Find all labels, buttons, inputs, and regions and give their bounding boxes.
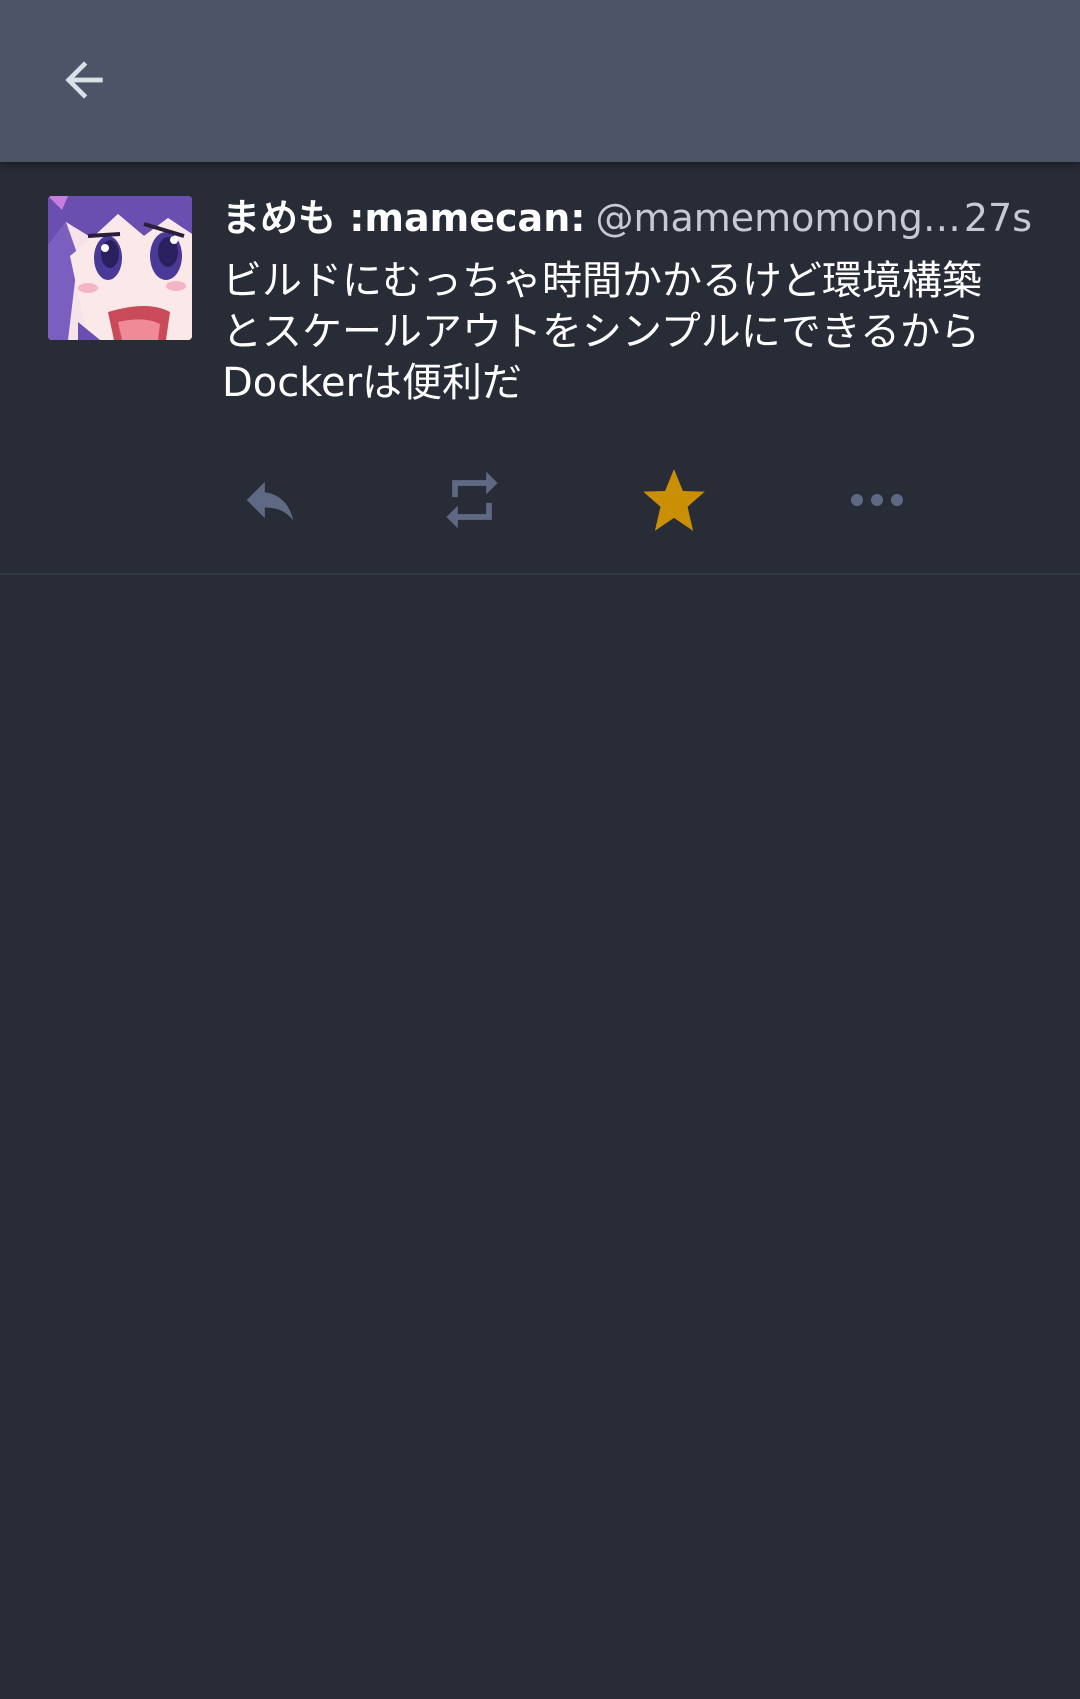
avatar[interactable] [48, 196, 192, 340]
back-button[interactable] [40, 36, 128, 124]
boost-button[interactable] [427, 460, 517, 540]
arrow-left-icon [65, 61, 103, 99]
star-icon [643, 469, 705, 531]
app-screen: まめも :mamecan:@mamemomonga@mastodon.socia… [0, 0, 1080, 1699]
reply-button[interactable] [225, 460, 315, 540]
display-name[interactable]: まめも :mamecan: [222, 196, 585, 240]
avatar-image [48, 196, 192, 340]
account-handle[interactable]: @mamemomonga@mastodon.social [595, 190, 980, 246]
top-toolbar [0, 0, 1080, 162]
content-line: とスケールアウトをシンプルにできるから [222, 309, 980, 355]
content-line: Dockerは便利だ [222, 360, 523, 406]
ellipsis-icon [851, 494, 903, 506]
favourite-button[interactable] [629, 460, 719, 540]
reply-icon [246, 481, 294, 521]
status-time[interactable]: 27s [964, 190, 1032, 246]
status-header: まめも :mamecan:@mamemomonga@mastodon.socia… [222, 190, 1032, 246]
status-content: ビルドにむっちゃ時間かかるけど環境構築 とスケールアウトをシンプルにできるから … [222, 256, 1042, 409]
retweet-icon [446, 471, 498, 529]
more-button[interactable] [832, 460, 922, 540]
content-line: ビルドにむっちゃ時間かかるけど環境構築 [222, 258, 982, 304]
